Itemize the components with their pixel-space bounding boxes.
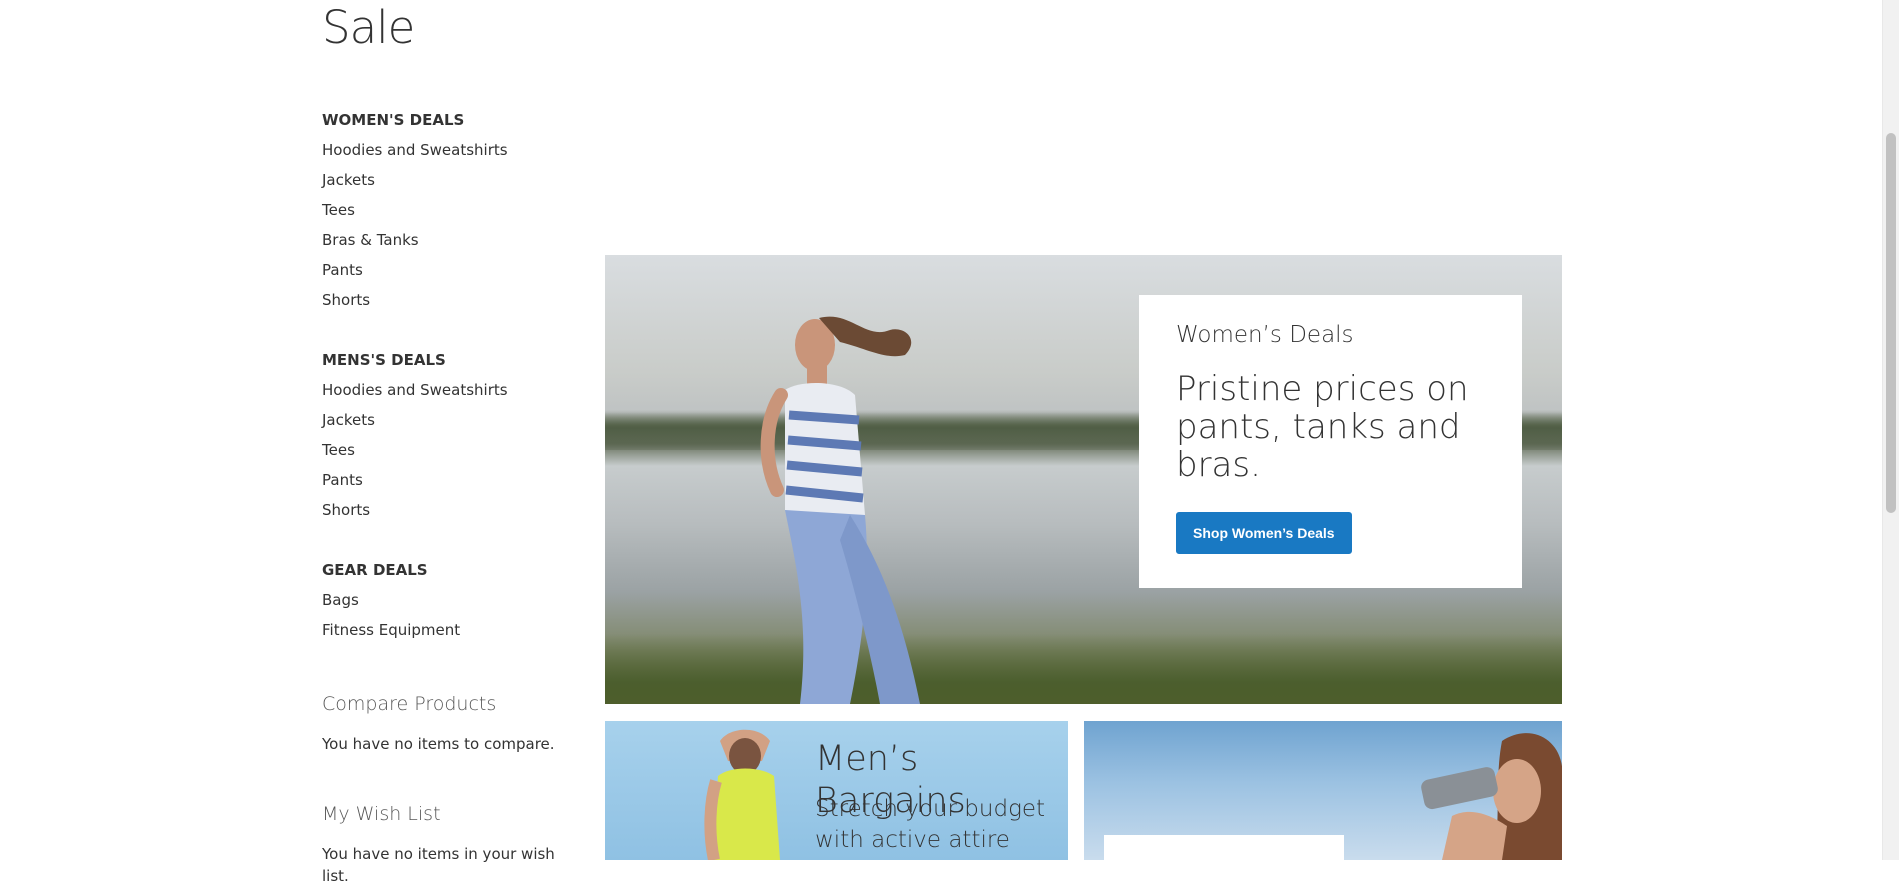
category-link-fitness-equipment[interactable]: Fitness Equipment (322, 615, 582, 645)
category-link-bags[interactable]: Bags (322, 585, 582, 615)
category-link-jackets[interactable]: Jackets (322, 405, 582, 435)
wish-list-empty-text: You have no items in your wish list. (322, 845, 555, 885)
stretching-man-image (704, 729, 780, 860)
wish-list-block: My Wish List You have no items in your w… (322, 801, 582, 887)
category-link-hoodies-and-sweatshirts[interactable]: Hoodies and Sweatshirts (322, 135, 582, 165)
category-link-bras-and-tanks[interactable]: Bras & Tanks (322, 225, 582, 255)
page-scrollbar[interactable] (1882, 0, 1899, 860)
category-group-womens-deals: WOMEN'S DEALS Hoodies and Sweatshirts Ja… (322, 105, 582, 315)
mens-bargains-subtitle: Stretch your budget with active attire (815, 796, 1046, 853)
womens-deals-callout: Women’s Deals Pristine prices on pants, … (1139, 295, 1522, 588)
compare-products-block: Compare Products You have no items to co… (322, 691, 582, 755)
category-group-gear-deals: GEAR DEALS Bags Fitness Equipment (322, 555, 582, 645)
category-link-shorts[interactable]: Shorts (322, 495, 582, 525)
gear-deals-banner[interactable] (1084, 721, 1562, 860)
mens-bargains-banner[interactable]: Men’s Bargains Stretch your budget with … (605, 721, 1068, 860)
gear-deals-callout (1104, 835, 1344, 860)
category-link-pants[interactable]: Pants (322, 255, 582, 285)
banner-eyebrow: Women’s Deals (1176, 322, 1354, 348)
banner-grass (605, 634, 1562, 704)
scrollbar-thumb[interactable] (1886, 133, 1896, 513)
category-link-tees[interactable]: Tees (322, 435, 582, 465)
group-heading: GEAR DEALS (322, 561, 428, 579)
category-link-shorts[interactable]: Shorts (322, 285, 582, 315)
category-link-tees[interactable]: Tees (322, 195, 582, 225)
group-heading: MENS'S DEALS (322, 351, 446, 369)
banner-headline: Pristine prices on pants, tanks and bras… (1176, 369, 1469, 485)
category-group-mens-deals: MENS'S DEALS Hoodies and Sweatshirts Jac… (322, 345, 582, 525)
page-title: Sale (322, 1, 415, 54)
category-link-pants[interactable]: Pants (322, 465, 582, 495)
category-link-jackets[interactable]: Jackets (322, 165, 582, 195)
compare-products-title: Compare Products (322, 693, 497, 715)
womens-deals-banner[interactable]: Women’s Deals Pristine prices on pants, … (605, 255, 1562, 704)
runner-image (760, 316, 920, 704)
shop-womens-deals-button[interactable]: Shop Women’s Deals (1176, 512, 1352, 554)
group-heading: WOMEN'S DEALS (322, 111, 465, 129)
wish-list-title: My Wish List (322, 803, 441, 825)
category-link-hoodies-and-sweatshirts[interactable]: Hoodies and Sweatshirts (322, 375, 582, 405)
woman-drinking-image (1421, 733, 1562, 860)
compare-products-empty-text: You have no items to compare. (322, 735, 555, 753)
sidebar: WOMEN'S DEALS Hoodies and Sweatshirts Ja… (322, 105, 582, 887)
